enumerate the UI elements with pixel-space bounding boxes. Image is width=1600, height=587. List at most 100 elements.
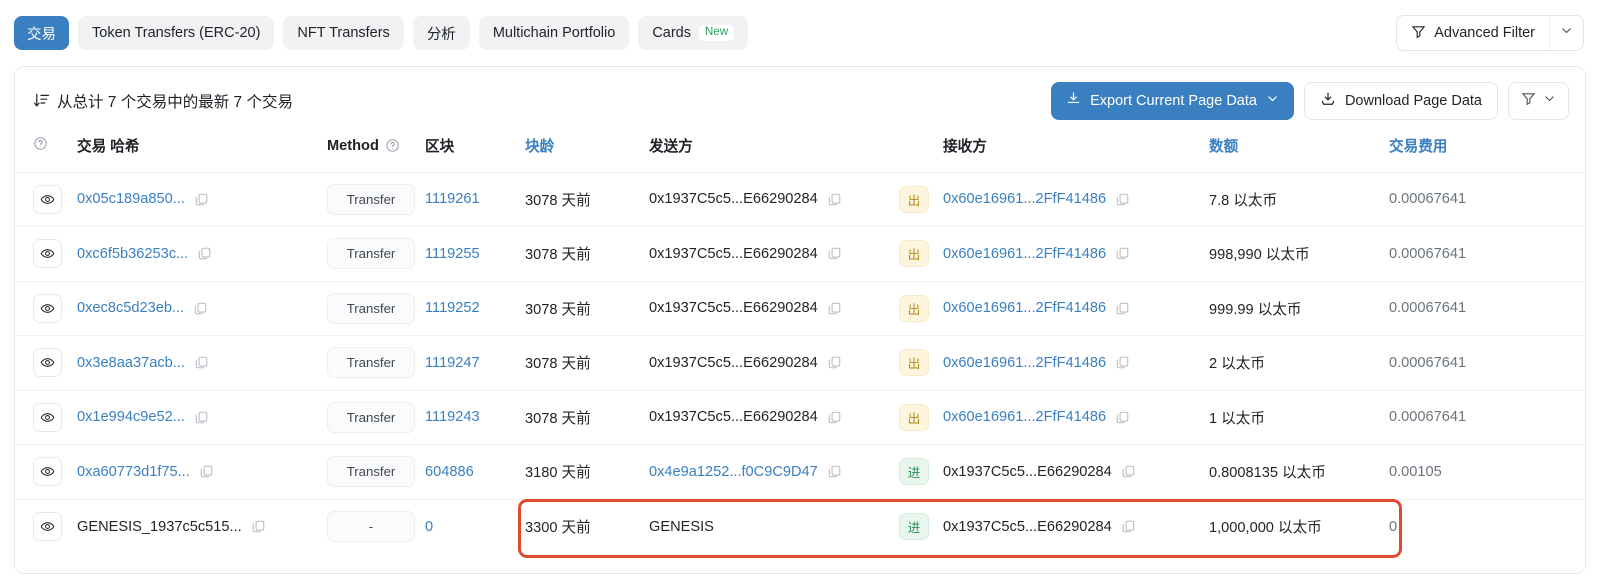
block-link[interactable]: 1119261 — [425, 191, 480, 207]
method-cell: - — [327, 499, 425, 554]
to-address: 0x1937C5c5...E66290284 — [943, 464, 1112, 480]
tab-5[interactable]: Multichain Portfolio — [479, 16, 630, 50]
direction-cell: 出 — [899, 281, 943, 336]
value-text: 999.99 以太币 — [1209, 302, 1301, 318]
copy-icon[interactable] — [827, 246, 842, 261]
method-badge: - — [327, 511, 415, 542]
advanced-filter-caret-button[interactable] — [1549, 16, 1583, 50]
transactions-card: 从总计 7 个交易中的最新 7 个交易 Export Current Page … — [14, 66, 1586, 574]
help-icon[interactable] — [385, 138, 400, 153]
download-page-data-button[interactable]: Download Page Data — [1304, 82, 1498, 120]
tab-1[interactable]: 交易 — [14, 16, 69, 50]
tab-6[interactable]: CardsNew — [638, 16, 748, 50]
row-preview-cell — [15, 499, 77, 554]
block-link[interactable]: 1119252 — [425, 300, 480, 316]
direction-badge: 进 — [899, 458, 929, 485]
tab-3[interactable]: NFT Transfers — [283, 16, 403, 50]
block-link[interactable]: 1119247 — [425, 355, 480, 371]
from-address[interactable]: 0x4e9a1252...f0C9C9D47 — [649, 464, 818, 480]
tx-hash-link[interactable]: 0x05c189a850... — [77, 191, 185, 207]
column-header-hash: 交易 哈希 — [77, 134, 327, 172]
copy-icon[interactable] — [1115, 192, 1130, 207]
copy-icon[interactable] — [193, 301, 208, 316]
to-address[interactable]: 0x60e16961...2FfF41486 — [943, 300, 1106, 316]
copy-icon[interactable] — [827, 464, 842, 479]
column-header-age[interactable]: 块龄 — [525, 134, 649, 172]
preview-eye-button[interactable] — [33, 512, 62, 541]
block-link[interactable]: 0 — [425, 519, 433, 535]
direction-cell: 进 — [899, 445, 943, 500]
age-cell: 3078 天前 — [525, 172, 649, 227]
block-cell: 1119261 — [425, 172, 525, 227]
preview-eye-button[interactable] — [33, 185, 62, 214]
column-header-label: 区块 — [425, 135, 454, 156]
block-link[interactable]: 1119255 — [425, 246, 480, 262]
copy-icon[interactable] — [194, 192, 209, 207]
to-address[interactable]: 0x60e16961...2FfF41486 — [943, 355, 1106, 371]
export-current-page-data-button[interactable]: Export Current Page Data — [1051, 82, 1294, 120]
method-cell: Transfer — [327, 336, 425, 391]
table-row: 0xa60773d1f75... Transfer604886 3180 天前 0x4… — [15, 445, 1585, 500]
column-header-label: 发送方 — [649, 135, 693, 156]
copy-icon[interactable] — [199, 464, 214, 479]
preview-eye-button[interactable] — [33, 403, 62, 432]
copy-icon[interactable] — [827, 192, 842, 207]
table-filter-button[interactable] — [1508, 82, 1569, 120]
copy-icon[interactable] — [827, 355, 842, 370]
age-cell: 3078 天前 — [525, 390, 649, 445]
age-cell: 3078 天前 — [525, 336, 649, 391]
download-icon — [1066, 91, 1081, 110]
tab-4[interactable]: 分析 — [413, 16, 470, 50]
block-link[interactable]: 604886 — [425, 464, 474, 480]
copy-icon[interactable] — [197, 246, 212, 261]
block-cell: 1119243 — [425, 390, 525, 445]
tab-label: 交易 — [27, 23, 56, 44]
preview-eye-button[interactable] — [33, 457, 62, 486]
row-preview-cell — [15, 445, 77, 500]
copy-icon[interactable] — [827, 301, 842, 316]
tx-hash-link[interactable]: 0xec8c5d23eb... — [77, 300, 184, 316]
fee-cell: 0.00067641 — [1389, 336, 1585, 391]
advanced-filter-button[interactable]: Advanced Filter — [1397, 16, 1549, 50]
preview-eye-button[interactable] — [33, 239, 62, 268]
method-cell: Transfer — [327, 390, 425, 445]
column-header-fee[interactable]: 交易费用 — [1389, 134, 1585, 172]
copy-icon[interactable] — [251, 519, 266, 534]
copy-icon[interactable] — [827, 410, 842, 425]
to-address[interactable]: 0x60e16961...2FfF41486 — [943, 191, 1106, 207]
fee-text: 0.00067641 — [1389, 409, 1466, 425]
age-text: 3180 天前 — [525, 465, 591, 481]
to-address[interactable]: 0x60e16961...2FfF41486 — [943, 409, 1106, 425]
method-badge: Transfer — [327, 238, 415, 269]
tx-hash-link[interactable]: 0x1e994c9e52... — [77, 409, 185, 425]
from-address-cell: 0x1937C5c5...E66290284 — [649, 281, 899, 336]
help-icon[interactable] — [33, 136, 48, 155]
table-row: 0xc6f5b36253c...Transfer11192553078 天前0x… — [15, 227, 1585, 282]
column-header-val[interactable]: 数额 — [1209, 134, 1389, 172]
copy-icon[interactable] — [194, 410, 209, 425]
row-preview-cell — [15, 172, 77, 227]
copy-icon[interactable] — [1115, 410, 1130, 425]
to-address[interactable]: 0x60e16961...2FfF41486 — [943, 246, 1106, 262]
preview-eye-button[interactable] — [33, 348, 62, 377]
tab-2[interactable]: Token Transfers (ERC-20) — [78, 16, 274, 50]
copy-icon[interactable] — [194, 355, 209, 370]
preview-eye-button[interactable] — [33, 294, 62, 323]
tx-hash-link[interactable]: 0xc6f5b36253c... — [77, 246, 188, 262]
new-badge: New — [699, 25, 734, 42]
fee-text: 0.00067641 — [1389, 300, 1466, 316]
copy-icon[interactable] — [1115, 301, 1130, 316]
method-cell: Transfer — [327, 445, 425, 500]
copy-icon[interactable] — [1121, 464, 1136, 479]
age-text: 3078 天前 — [525, 411, 591, 427]
block-link[interactable]: 1119243 — [425, 409, 480, 425]
tx-hash-link[interactable]: 0x3e8aa37acb... — [77, 355, 185, 371]
copy-icon[interactable] — [1121, 519, 1136, 534]
value-text: 7.8 以太币 — [1209, 193, 1277, 209]
tx-hash-link[interactable]: 0xa60773d1f75... — [77, 464, 190, 480]
row-preview-cell — [15, 390, 77, 445]
copy-icon[interactable] — [1115, 355, 1130, 370]
copy-icon[interactable] — [1115, 246, 1130, 261]
advanced-filter-group: Advanced Filter — [1396, 15, 1584, 51]
fee-cell: 0.00067641 — [1389, 390, 1585, 445]
